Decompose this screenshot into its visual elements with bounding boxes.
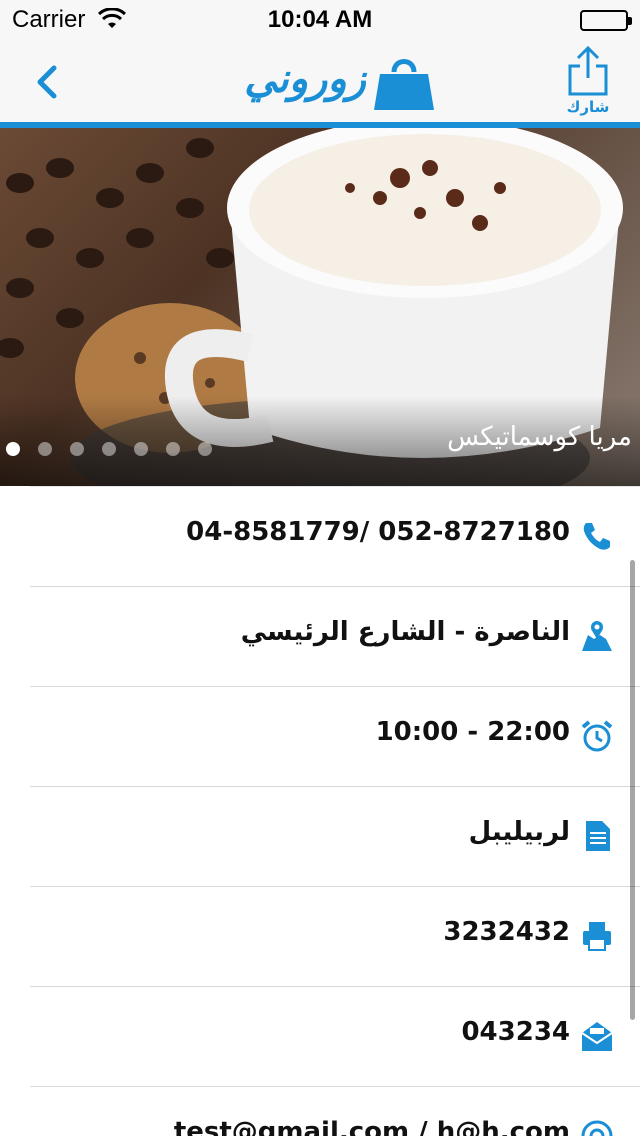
scrollbar[interactable]	[630, 560, 635, 1020]
carousel-dots	[6, 442, 212, 456]
fax-value: 3232432	[443, 917, 570, 947]
email-row[interactable]: test@gmail.com / h@h.com	[30, 1086, 640, 1136]
address-row[interactable]: الناصرة - الشارع الرئيسي	[30, 586, 640, 686]
fax-icon	[583, 922, 611, 951]
carousel-dot[interactable]	[102, 442, 116, 456]
map-icon	[582, 621, 612, 651]
po-box-value: 043234	[461, 1017, 570, 1047]
phone-row[interactable]: 04-8581779/ 052-8727180	[30, 486, 640, 586]
status-time: 10:04 AM	[267, 6, 373, 33]
app-logo: زوروني	[196, 50, 446, 116]
envelope-icon	[581, 1022, 613, 1051]
business-details-list: 04-8581779/ 052-8727180 الناصرة - الشارع…	[0, 486, 640, 1136]
status-bar: Carrier 10:04 AM	[0, 0, 640, 40]
share-button[interactable]: شارك	[560, 45, 616, 120]
phone-icon	[583, 523, 610, 550]
back-button[interactable]	[28, 62, 68, 102]
shopping-bag-icon	[368, 54, 440, 118]
hero-caption: مريا كوسماتيكس	[447, 422, 632, 452]
carousel-dot[interactable]	[38, 442, 52, 456]
alarm-clock-icon	[581, 720, 613, 752]
document-icon	[586, 821, 610, 851]
logo-text: زوروني	[244, 56, 366, 102]
email-value: test@gmail.com / h@h.com	[173, 1117, 570, 1136]
hours-value: 10:00 - 22:00	[375, 717, 570, 747]
fax-row[interactable]: 3232432	[30, 886, 640, 986]
share-icon	[568, 45, 608, 96]
battery-icon	[580, 10, 632, 31]
share-label: شارك	[566, 98, 610, 116]
carousel-dot[interactable]	[134, 442, 148, 456]
address-value: الناصرة - الشارع الرئيسي	[240, 617, 570, 647]
nav-bar: زوروني شارك	[0, 40, 640, 124]
description-value: لربيليبل	[468, 817, 570, 847]
phone-value: 04-8581779/ 052-8727180	[186, 517, 570, 547]
carousel-dot[interactable]	[6, 442, 20, 456]
hours-row[interactable]: 10:00 - 22:00	[30, 686, 640, 786]
chevron-left-icon	[37, 65, 57, 99]
hero-carousel[interactable]: مريا كوسماتيكس	[0, 128, 640, 486]
carousel-dot[interactable]	[198, 442, 212, 456]
email-at-icon	[581, 1120, 613, 1136]
description-row[interactable]: لربيليبل	[30, 786, 640, 886]
carousel-dot[interactable]	[70, 442, 84, 456]
carousel-dot[interactable]	[166, 442, 180, 456]
po-box-row[interactable]: 043234	[30, 986, 640, 1086]
